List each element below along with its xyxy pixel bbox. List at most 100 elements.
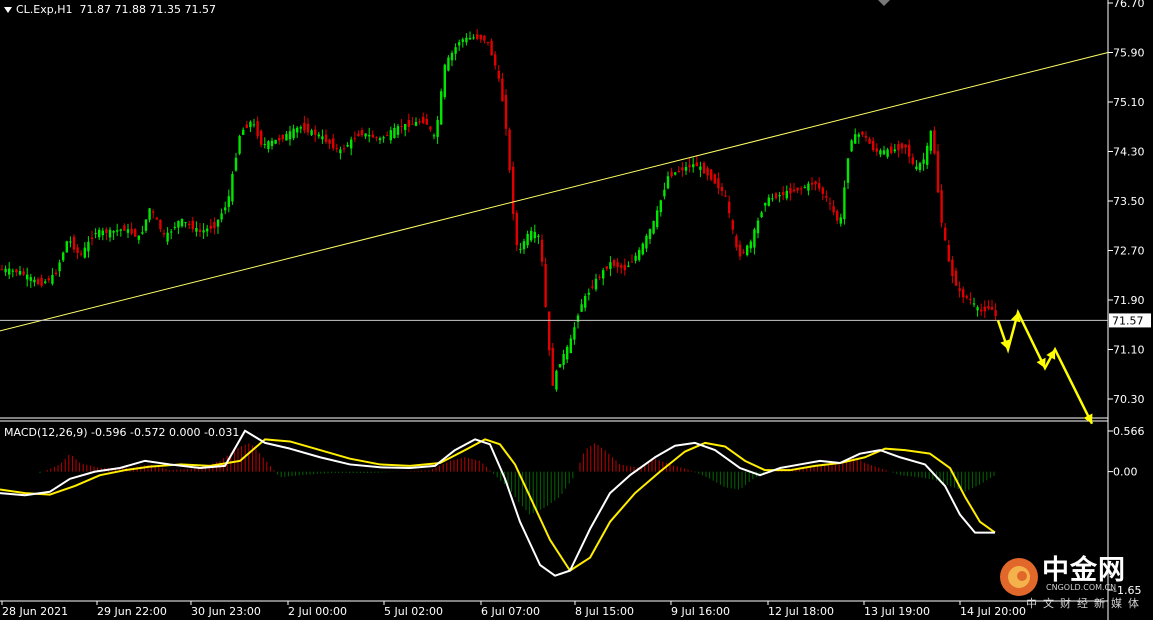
candle-body xyxy=(267,141,270,149)
candle-body xyxy=(609,262,612,269)
candle-body xyxy=(670,171,673,177)
candle-body xyxy=(213,222,216,229)
candle-body xyxy=(188,223,191,225)
candle-body xyxy=(717,178,720,189)
candle-body xyxy=(674,172,677,175)
time-tick-label: 13 Jul 19:00 xyxy=(864,605,930,618)
candle-body xyxy=(767,197,770,206)
watermark-tagline: 中文财经新媒体 xyxy=(1026,597,1145,610)
candle-body xyxy=(735,236,738,248)
candle-body xyxy=(792,189,796,192)
candle-body xyxy=(346,144,349,147)
candle-body xyxy=(796,187,799,191)
candle-body xyxy=(836,211,839,221)
candle-body xyxy=(530,230,533,241)
candle-body xyxy=(504,95,508,129)
macd-header: MACD(12,26,9) -0.596 -0.572 0.000 -0.031 xyxy=(4,426,240,439)
candle-body xyxy=(162,232,166,235)
candle-body xyxy=(180,218,184,227)
candle-body xyxy=(44,281,47,284)
candle-body xyxy=(695,162,698,167)
candle-body xyxy=(738,244,742,257)
candle-body xyxy=(846,158,850,183)
candle-body xyxy=(429,126,432,130)
candle-body xyxy=(324,134,328,142)
candle-body xyxy=(285,133,288,141)
candle-body xyxy=(224,207,227,211)
watermark-name: 中金网 xyxy=(1042,555,1126,586)
candle-body xyxy=(900,143,904,149)
symbol-menu-icon[interactable] xyxy=(4,7,12,13)
candle-body xyxy=(548,311,551,351)
candle-body xyxy=(483,35,486,41)
candle-body xyxy=(245,124,248,128)
candle-body xyxy=(404,123,407,131)
candle-body xyxy=(461,39,464,42)
candle-body xyxy=(299,127,302,129)
candle-body xyxy=(209,225,212,229)
candle-body xyxy=(681,167,684,171)
macd-tick-label: 0.566 xyxy=(1113,425,1145,438)
candle-body xyxy=(227,196,230,207)
price-chart[interactable]: 76.70 75.90 75.10 74.30 73.50 72.70 71.90 71.10… xyxy=(0,0,1153,620)
candle-body xyxy=(195,228,198,232)
candle-body xyxy=(756,220,760,234)
candle-body xyxy=(702,162,706,174)
candle-body xyxy=(116,230,119,232)
candle-body xyxy=(710,169,713,180)
candle-body xyxy=(152,211,155,213)
candle-body xyxy=(771,198,774,200)
candle-body xyxy=(58,262,61,272)
candle-body xyxy=(11,270,14,272)
candle-body xyxy=(94,233,97,235)
candle-body xyxy=(728,201,731,214)
candle-body xyxy=(940,190,943,223)
candle-body xyxy=(332,138,335,149)
candle-body xyxy=(407,119,410,127)
candle-body xyxy=(616,262,619,267)
candle-body xyxy=(393,128,396,138)
candle-body xyxy=(612,260,616,266)
candle-body xyxy=(454,47,457,54)
candle-body xyxy=(292,128,295,139)
candle-body xyxy=(8,268,11,275)
candle-body xyxy=(962,289,965,298)
candle-body xyxy=(137,235,140,240)
candle-body xyxy=(713,174,716,184)
candle-body xyxy=(40,277,43,286)
candle-body xyxy=(386,135,389,137)
candle-body xyxy=(875,148,878,152)
scroll-marker-icon[interactable] xyxy=(878,0,890,6)
price-tick-label: 71.10 xyxy=(1113,344,1145,357)
candle-body xyxy=(828,203,832,205)
candle-body xyxy=(983,306,986,312)
candle-body xyxy=(418,121,421,123)
candle-body xyxy=(954,270,958,286)
candle-body xyxy=(580,304,583,312)
candle-body xyxy=(922,159,925,164)
candle-body xyxy=(494,54,497,66)
candle-body xyxy=(0,269,4,271)
candle-body xyxy=(602,270,605,279)
candle-body xyxy=(108,229,112,238)
candle-body xyxy=(699,166,702,170)
candle-body xyxy=(832,206,835,213)
ohlc-values: 71.87 71.88 71.35 71.57 xyxy=(79,3,216,16)
candle-body xyxy=(65,241,68,253)
time-tick-label: 6 Jul 07:00 xyxy=(481,605,540,618)
candle-body xyxy=(926,145,929,165)
candle-body xyxy=(623,264,626,271)
symbol-label[interactable]: CL.Exp,H1 xyxy=(16,3,73,16)
candle-body xyxy=(522,241,526,250)
candle-body xyxy=(551,347,554,386)
candle-body xyxy=(90,237,94,239)
price-tick-label: 71.90 xyxy=(1113,294,1145,307)
candle-body xyxy=(159,219,162,230)
candle-body xyxy=(468,37,472,40)
candle-body xyxy=(317,134,320,137)
candle-body xyxy=(951,259,954,277)
macd-signal-line xyxy=(0,438,996,572)
candle-body xyxy=(432,135,436,137)
candle-body xyxy=(62,252,65,261)
candle-body xyxy=(857,134,860,137)
